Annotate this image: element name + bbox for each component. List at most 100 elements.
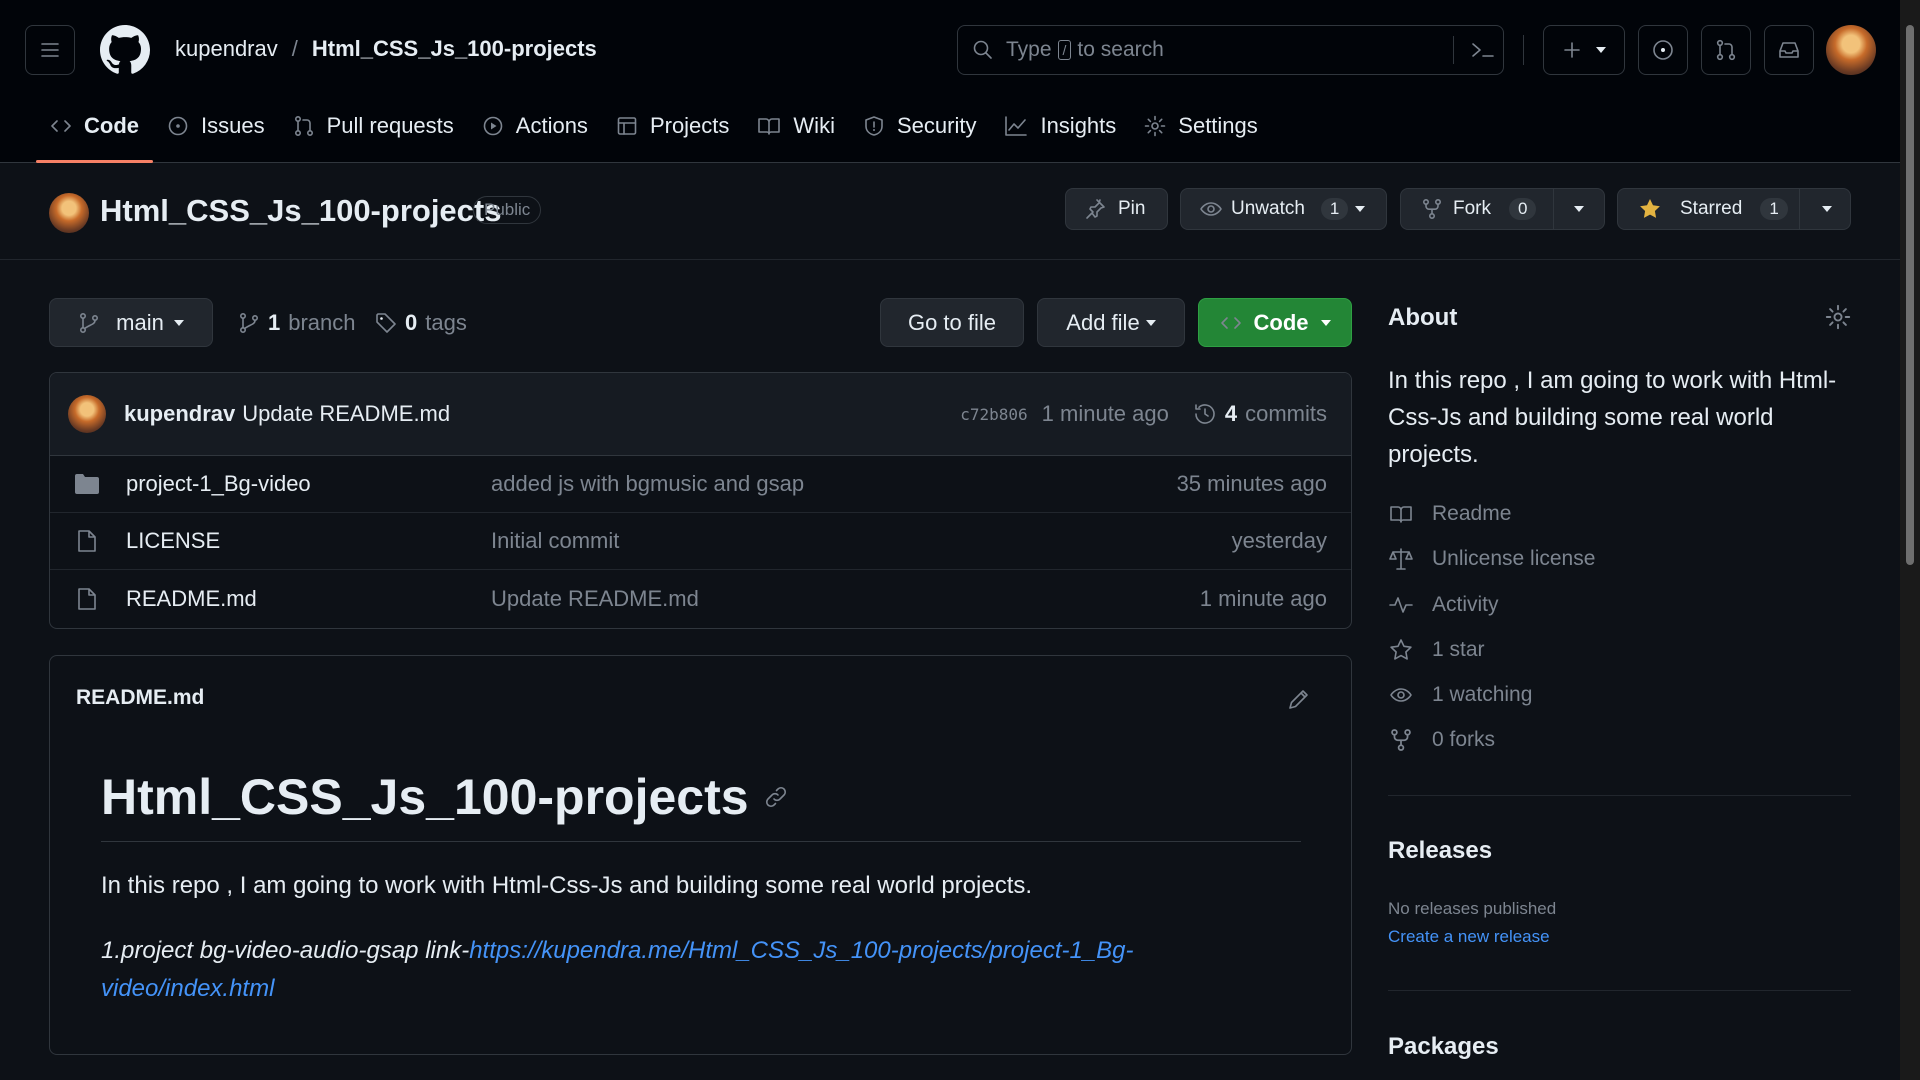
commit-author[interactable]: kupendrav	[124, 401, 235, 427]
pull-request-icon	[294, 115, 313, 137]
graph-icon	[1005, 116, 1028, 136]
gear-icon[interactable]	[1825, 304, 1851, 330]
sidebar-item-readme[interactable]: Readme	[1388, 502, 1511, 526]
user-avatar[interactable]	[1826, 25, 1876, 75]
sidebar-item-activity[interactable]: Activity	[1388, 593, 1499, 617]
owner-link[interactable]: kupendrav	[175, 36, 278, 62]
file-icon	[78, 587, 96, 610]
chevron-down-icon[interactable]	[1355, 206, 1365, 212]
file-time: 35 minutes ago	[1176, 471, 1327, 496]
readme-project-line: 1.project bg-video-audio-gsap link-https…	[101, 932, 1201, 1008]
table-icon	[617, 117, 637, 135]
repo-link[interactable]: Html_CSS_Js_100-projects	[312, 36, 597, 62]
sidebar-item-forks[interactable]: 0 forks	[1388, 728, 1495, 752]
create-new-button[interactable]	[1543, 25, 1625, 75]
pin-button[interactable]: Pin	[1065, 188, 1168, 230]
shield-icon	[865, 116, 883, 136]
tab-wiki[interactable]: Wiki	[743, 106, 849, 146]
tag-icon	[376, 313, 396, 333]
issue-icon	[168, 116, 188, 136]
tab-insights[interactable]: Insights	[990, 106, 1130, 146]
about-description: In this repo , I am going to work with H…	[1388, 367, 1837, 468]
tab-label: Code	[84, 113, 139, 138]
file-row[interactable]: LICENSE Initial commit yesterday	[50, 513, 1351, 570]
readme-title: Html_CSS_Js_100-projects	[101, 768, 789, 826]
tab-label: Actions	[515, 113, 588, 138]
watch-label: Unwatch	[1231, 198, 1305, 219]
fork-button[interactable]: Fork 0	[1400, 188, 1605, 230]
history-icon	[1195, 404, 1215, 424]
link-icon[interactable]	[763, 784, 789, 810]
commit-count-word: commits	[1245, 401, 1327, 426]
owner-avatar[interactable]	[49, 193, 89, 233]
add-file-label: Add file	[1066, 309, 1140, 335]
command-palette-icon[interactable]	[1470, 39, 1496, 61]
file-name[interactable]: LICENSE	[126, 528, 220, 554]
commit-message[interactable]: Update README.md	[242, 401, 450, 427]
file-commit-message[interactable]: added js with bgmusic and gsap	[491, 471, 804, 497]
tab-pull-requests[interactable]: Pull requests	[279, 106, 468, 146]
sidebar-item-stars[interactable]: 1 star	[1388, 638, 1485, 662]
file-row[interactable]: project-1_Bg-video added js with bgmusic…	[50, 456, 1351, 513]
readme-header[interactable]: README.md	[76, 686, 204, 710]
tab-label: Pull requests	[326, 113, 454, 138]
inbox-button[interactable]	[1764, 25, 1814, 75]
pull-requests-button[interactable]	[1701, 25, 1751, 75]
file-row[interactable]: README.md Update README.md 1 minute ago	[50, 570, 1351, 627]
tab-actions[interactable]: Actions	[468, 106, 602, 146]
releases-heading[interactable]: Releases	[1388, 837, 1492, 865]
sidebar-item-label: Readme	[1432, 502, 1512, 525]
star-count: 1	[1760, 198, 1788, 220]
tab-security[interactable]: Security	[849, 106, 990, 146]
chevron-down-icon	[1596, 47, 1606, 53]
page-scrollbar[interactable]	[1900, 0, 1920, 1080]
packages-heading[interactable]: Packages	[1388, 1033, 1499, 1061]
watch-button[interactable]: Unwatch 1	[1180, 188, 1387, 230]
branches-link[interactable]: 1 branch	[238, 310, 356, 336]
chevron-down-icon	[1145, 319, 1156, 326]
tab-projects[interactable]: Projects	[602, 106, 743, 146]
repo-title[interactable]: Html_CSS_Js_100-projects	[100, 193, 501, 229]
code-button[interactable]: Code	[1198, 298, 1352, 347]
pull-request-icon	[1716, 39, 1736, 61]
branch-count: 1	[268, 310, 281, 335]
tab-label: Security	[896, 113, 977, 138]
sidebar-item-watching[interactable]: 1 watching	[1388, 683, 1532, 707]
about-heading: About	[1388, 304, 1458, 331]
commits-link[interactable]: 4 commits	[1193, 401, 1327, 427]
file-commit-message[interactable]: Initial commit	[491, 528, 619, 554]
tab-settings[interactable]: Settings	[1130, 106, 1272, 146]
file-commit-message[interactable]: Update README.md	[491, 586, 699, 612]
fork-count: 0	[1509, 198, 1537, 220]
scrollbar-thumb[interactable]	[1906, 25, 1914, 565]
branch-icon	[80, 312, 99, 333]
go-to-file-button[interactable]: Go to file	[880, 298, 1024, 347]
tab-code[interactable]: Code	[36, 106, 153, 163]
code-icon	[51, 120, 71, 132]
add-file-button[interactable]: Add file	[1037, 298, 1185, 347]
commit-author-avatar[interactable]	[68, 395, 106, 433]
create-release-link[interactable]: Create a new release	[1388, 927, 1550, 947]
branch-select[interactable]: main	[49, 298, 213, 347]
star-icon	[1390, 639, 1412, 660]
pin-icon	[1086, 199, 1105, 219]
pencil-icon[interactable]	[1286, 686, 1312, 712]
menu-button[interactable]	[25, 25, 75, 75]
book-icon	[1390, 506, 1412, 523]
commit-count: 4	[1224, 401, 1238, 426]
file-name[interactable]: project-1_Bg-video	[126, 471, 311, 497]
github-logo-icon[interactable]	[100, 25, 150, 75]
repo-title-bar: Html_CSS_Js_100-projects Public Pin Unwa…	[0, 163, 1900, 260]
star-button[interactable]: Starred 1	[1617, 188, 1851, 230]
chevron-down-icon[interactable]	[1574, 206, 1584, 212]
commit-sha[interactable]: c72b806	[960, 405, 1027, 424]
search-input[interactable]: Type / to search	[957, 25, 1504, 75]
tags-link[interactable]: 0 tags	[375, 310, 467, 336]
sidebar-item-license[interactable]: Unlicense license	[1388, 547, 1595, 571]
issues-button[interactable]	[1638, 25, 1688, 75]
file-name[interactable]: README.md	[126, 586, 257, 612]
tab-label: Issues	[201, 113, 265, 138]
tab-issues[interactable]: Issues	[153, 106, 279, 146]
chevron-down-icon	[173, 319, 184, 326]
chevron-down-icon[interactable]	[1822, 206, 1832, 212]
